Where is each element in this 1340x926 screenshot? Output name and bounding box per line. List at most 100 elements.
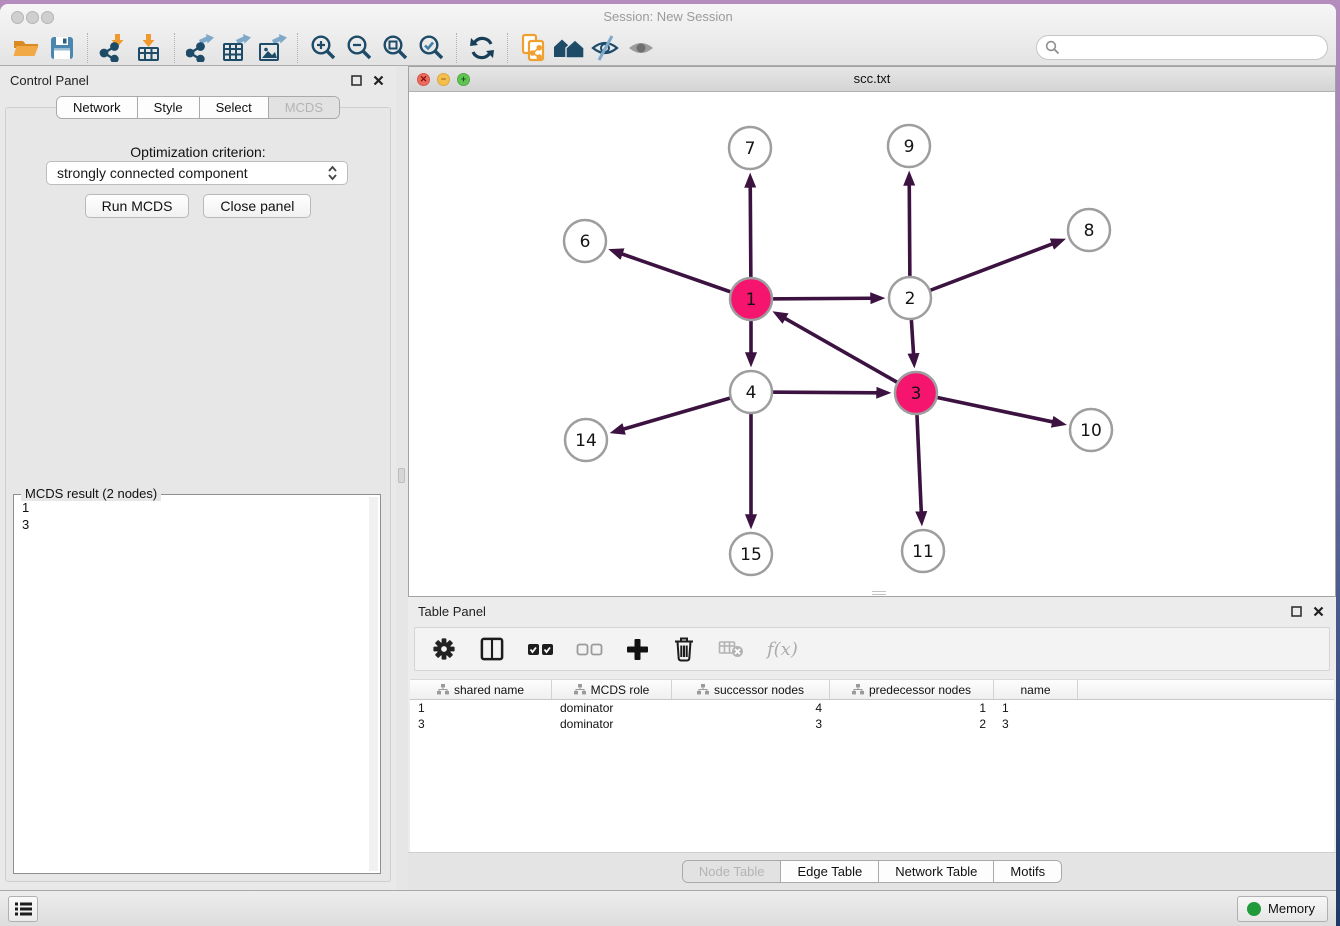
column-header-predecessor-nodes[interactable]: predecessor nodes — [830, 680, 994, 699]
save-session-button[interactable] — [44, 33, 80, 63]
graph-edge-2-8[interactable] — [910, 244, 1053, 298]
unchecked-boxes-icon — [576, 636, 603, 662]
table-close-button[interactable] — [1310, 603, 1326, 619]
table-header-row: shared name MCDS role — [410, 680, 1334, 700]
node-table: shared name MCDS role — [410, 679, 1334, 852]
network-window-titlebar[interactable]: ✕ − + scc.txt — [409, 67, 1335, 92]
checked-boxes-icon — [527, 636, 554, 662]
delete-table-icon — [718, 638, 745, 660]
trash-icon — [672, 636, 696, 663]
criterion-dropdown[interactable]: strongly connected component — [46, 161, 348, 185]
show-panels-button[interactable] — [623, 33, 659, 63]
cell-name[interactable]: 1 — [994, 701, 1078, 715]
table-panel-header: Table Panel — [408, 597, 1336, 625]
tab-node-table[interactable]: Node Table — [683, 861, 782, 882]
cell-shared-name[interactable]: 1 — [410, 701, 552, 715]
search-field[interactable] — [1036, 35, 1328, 60]
tab-network[interactable]: Network — [57, 97, 138, 118]
network-window-title: scc.txt — [409, 71, 1335, 86]
gear-icon — [431, 636, 457, 662]
column-header-successor-nodes[interactable]: successor nodes — [672, 680, 830, 699]
cell-mcds-role[interactable]: dominator — [552, 717, 672, 731]
hierarchy-icon — [437, 684, 449, 695]
import-network-button[interactable] — [95, 33, 131, 63]
cell-shared-name[interactable]: 3 — [410, 717, 552, 731]
tab-style[interactable]: Style — [138, 97, 200, 118]
run-mcds-button[interactable]: Run MCDS — [85, 194, 190, 218]
column-header-shared-name[interactable]: shared name — [410, 680, 552, 699]
graph-edge-3-1[interactable] — [785, 318, 916, 393]
home-networks-button[interactable] — [551, 33, 587, 63]
zoom-out-button[interactable] — [341, 33, 377, 63]
share-document-button[interactable] — [515, 33, 551, 63]
result-line: 3 — [22, 516, 29, 533]
table-panel-title: Table Panel — [418, 604, 486, 619]
zoom-fit-button[interactable] — [377, 33, 413, 63]
export-network-icon — [186, 34, 214, 62]
delete-column-button[interactable] — [672, 636, 696, 663]
task-history-button[interactable] — [8, 896, 38, 922]
column-header-name[interactable]: name — [994, 680, 1078, 699]
graph-node-label-7: 7 — [745, 139, 756, 159]
close-panel-button[interactable] — [370, 72, 386, 88]
search-input[interactable] — [1060, 40, 1319, 55]
cell-predecessor-nodes[interactable]: 2 — [830, 717, 994, 731]
cell-name[interactable]: 3 — [994, 717, 1078, 731]
import-network-icon — [99, 34, 127, 62]
close-icon — [373, 75, 384, 86]
delete-table-button[interactable] — [718, 638, 745, 660]
refresh-layout-button[interactable] — [464, 33, 500, 63]
close-panel-push-button[interactable]: Close panel — [203, 194, 311, 218]
column-header-mcds-role[interactable]: MCDS role — [552, 680, 672, 699]
table-row[interactable]: 3 dominator 3 2 3 — [410, 716, 1334, 732]
cell-successor-nodes[interactable]: 4 — [672, 701, 830, 715]
export-table-button[interactable] — [218, 33, 254, 63]
network-window-resize-handle[interactable] — [872, 591, 886, 595]
table-settings-button[interactable] — [431, 636, 457, 662]
refresh-icon — [468, 34, 496, 62]
tab-network-table[interactable]: Network Table — [879, 861, 994, 882]
main-toolbar — [0, 30, 1336, 66]
mcds-tab-content: Optimization criterion: strongly connect… — [5, 107, 391, 882]
splitter-handle[interactable] — [398, 468, 405, 483]
share-document-icon — [519, 33, 547, 62]
zoom-in-button[interactable] — [305, 33, 341, 63]
table-float-button[interactable] — [1288, 603, 1304, 619]
table-row[interactable]: 1 dominator 4 1 1 — [410, 700, 1334, 716]
panel-splitter[interactable] — [396, 66, 408, 890]
zoom-fit-icon — [382, 34, 409, 61]
hide-panels-button[interactable] — [587, 33, 623, 63]
eye-icon — [626, 36, 656, 60]
float-icon — [351, 75, 362, 86]
cell-mcds-role[interactable]: dominator — [552, 701, 672, 715]
show-columns-button[interactable] — [479, 636, 505, 662]
network-canvas[interactable]: 7968124314101511 — [409, 92, 1335, 596]
tab-select[interactable]: Select — [200, 97, 269, 118]
criterion-dropdown-value: strongly connected component — [57, 165, 328, 181]
select-all-columns-button[interactable] — [527, 636, 554, 662]
import-table-button[interactable] — [131, 33, 167, 63]
create-column-button[interactable] — [625, 637, 650, 662]
function-builder-button[interactable]: f(x) — [767, 639, 798, 660]
cell-successor-nodes[interactable]: 3 — [672, 717, 830, 731]
float-panel-button[interactable] — [348, 72, 364, 88]
float-icon — [1291, 606, 1302, 617]
export-image-button[interactable] — [254, 33, 290, 63]
cell-predecessor-nodes[interactable]: 1 — [830, 701, 994, 715]
zoom-selected-icon — [418, 34, 445, 61]
mcds-result-title: MCDS result (2 nodes) — [21, 486, 161, 501]
tab-mcds[interactable]: MCDS — [269, 97, 339, 118]
tab-motifs[interactable]: Motifs — [994, 861, 1061, 882]
tab-edge-table[interactable]: Edge Table — [781, 861, 879, 882]
graph-edges[interactable] — [622, 185, 1053, 515]
result-scrollbar[interactable] — [369, 497, 378, 871]
zoom-selected-button[interactable] — [413, 33, 449, 63]
unselect-all-columns-button[interactable] — [576, 636, 603, 662]
network-graph[interactable]: 7968124314101511 — [409, 92, 1333, 596]
right-column: ✕ − + scc.txt 7968124314101511 — [408, 66, 1336, 890]
close-icon — [1313, 606, 1324, 617]
memory-button[interactable]: Memory — [1237, 896, 1328, 922]
open-session-button[interactable] — [8, 33, 44, 63]
export-table-icon — [221, 34, 251, 62]
export-network-button[interactable] — [182, 33, 218, 63]
